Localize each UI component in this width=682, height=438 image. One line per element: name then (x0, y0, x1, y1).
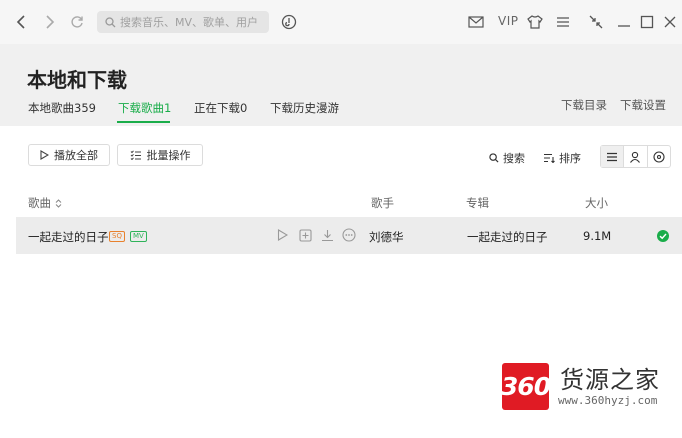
sort-button[interactable]: 排序 (543, 150, 581, 166)
sq-badge: SQ (109, 231, 125, 242)
song-title[interactable]: 一起走过的日子 (28, 229, 109, 245)
watermark-url: www.360hyzj.com (558, 394, 658, 407)
list-view-icon (607, 152, 618, 161)
album-name[interactable]: 一起走过的日子 (467, 229, 548, 245)
mv-badge[interactable]: MV (130, 231, 147, 242)
watermark-logo: 360 (501, 363, 551, 410)
search-icon (105, 16, 116, 28)
tab-local-songs[interactable]: 本地歌曲359 (28, 100, 96, 116)
play-all-label: 播放全部 (54, 149, 98, 162)
batch-operation-label: 批量操作 (146, 149, 191, 162)
skin-icon[interactable] (524, 11, 546, 33)
person-icon (630, 151, 641, 163)
file-size: 9.1M (583, 229, 612, 243)
download-icon[interactable] (319, 227, 335, 243)
column-header-song[interactable]: 歌曲 (28, 195, 62, 211)
sort-label: 排序 (559, 152, 581, 165)
maximize-icon[interactable] (636, 11, 658, 33)
mail-icon[interactable] (465, 11, 487, 33)
tab-downloaded-songs[interactable]: 下载歌曲1 (118, 100, 171, 116)
more-options-icon[interactable] (341, 227, 357, 243)
top-toolbar: VIP (0, 0, 682, 44)
download-directory-link[interactable]: 下载目录 (561, 97, 607, 113)
active-tab-indicator (117, 121, 170, 123)
list-search-button[interactable]: 搜索 (489, 150, 525, 166)
column-header-size: 大小 (585, 196, 608, 210)
watermark-site-name: 货源之家 (560, 366, 660, 394)
batch-operation-button[interactable]: 批量操作 (117, 144, 203, 166)
page-header: 本地和下载 本地歌曲359 下载歌曲1 正在下载0 下载历史漫游 下载目录 下载… (0, 44, 682, 126)
minimize-icon[interactable] (613, 11, 635, 33)
mini-mode-icon[interactable] (585, 11, 607, 33)
watermark: 360 货源之家 www.360hyzj.com (498, 358, 682, 418)
close-icon[interactable] (659, 11, 681, 33)
play-icon (40, 150, 49, 160)
play-all-button[interactable]: 播放全部 (28, 144, 110, 166)
vip-link[interactable]: VIP (498, 14, 518, 28)
view-mode-switcher (600, 145, 671, 168)
table-row[interactable]: 一起走过的日子 SQ MV 刘德华 一起走过的日子 9.1M (16, 217, 682, 254)
downloaded-check-icon (655, 228, 671, 244)
add-to-playlist-icon[interactable] (297, 227, 313, 243)
back-icon[interactable] (11, 11, 33, 33)
page-title: 本地和下载 (27, 68, 127, 92)
album-disc-icon (653, 150, 665, 163)
search-input[interactable] (120, 15, 266, 29)
play-icon[interactable] (274, 227, 290, 243)
refresh-icon[interactable] (66, 11, 88, 33)
batch-list-icon (130, 150, 141, 160)
forward-icon[interactable] (39, 11, 61, 33)
menu-icon[interactable] (552, 11, 574, 33)
album-view-button[interactable] (648, 146, 670, 167)
download-settings-link[interactable]: 下载设置 (620, 97, 666, 113)
search-icon (489, 153, 499, 163)
column-header-song-label: 歌曲 (28, 196, 51, 210)
artist-name[interactable]: 刘德华 (369, 229, 404, 245)
column-header-artist: 歌手 (371, 196, 394, 210)
sort-toggle-icon (55, 198, 62, 208)
tab-download-history[interactable]: 下载历史漫游 (270, 100, 339, 116)
sort-icon (544, 153, 555, 163)
music-recognition-icon[interactable] (278, 11, 300, 33)
search-box[interactable] (97, 11, 269, 33)
tab-downloading[interactable]: 正在下载0 (194, 100, 247, 116)
list-view-button[interactable] (601, 146, 625, 167)
artist-view-button[interactable] (624, 146, 648, 167)
list-search-label: 搜索 (503, 152, 525, 165)
column-header-album: 专辑 (466, 196, 489, 210)
